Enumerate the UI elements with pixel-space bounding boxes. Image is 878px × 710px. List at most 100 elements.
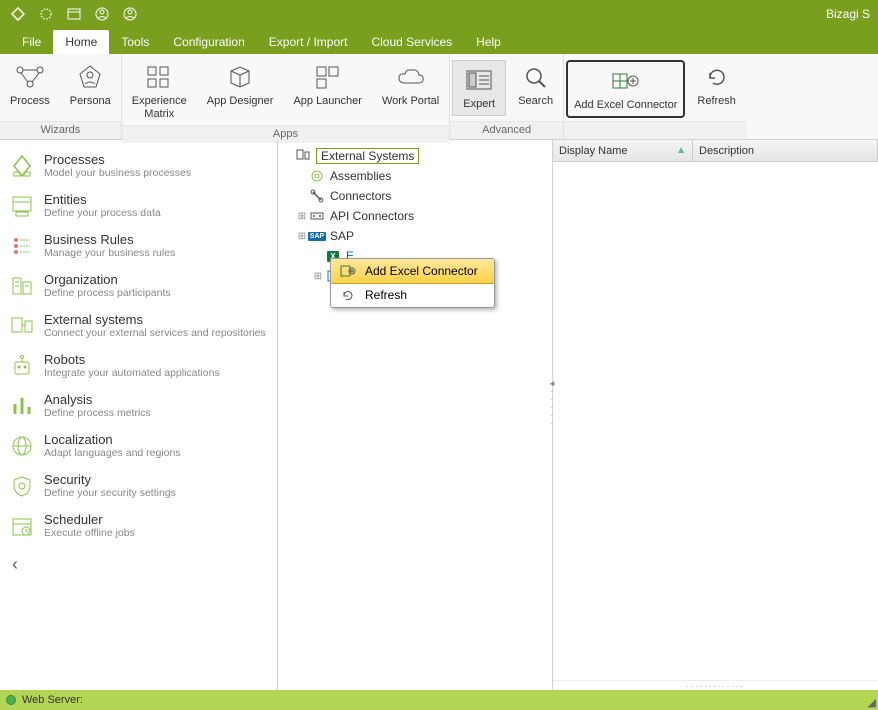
- ribbon-add-excel-label: Add Excel Connector: [574, 99, 677, 112]
- tree-connectors-label: Connectors: [330, 189, 391, 203]
- nav-external-desc: Connect your external services and repos…: [44, 327, 266, 339]
- persona-icon: [74, 62, 106, 92]
- back-chevron[interactable]: ‹: [4, 546, 273, 583]
- entities-icon: [8, 192, 36, 220]
- excel-connector-icon: [610, 66, 642, 96]
- tab-cloud[interactable]: Cloud Services: [359, 30, 464, 54]
- nav-analysis[interactable]: AnalysisDefine process metrics: [4, 386, 273, 426]
- ribbon-designer[interactable]: App Designer: [197, 58, 284, 112]
- ribbon-group-apps: Experience Matrix App Designer App Launc…: [122, 54, 450, 139]
- sap-icon: SAP: [308, 228, 326, 244]
- app-logo-icon: [9, 5, 27, 23]
- tree-api-connectors-label: API Connectors: [330, 209, 414, 223]
- ribbon-portal-label: Work Portal: [382, 95, 439, 108]
- expander-plus-icon[interactable]: ⊞: [296, 231, 308, 242]
- tab-tools[interactable]: Tools: [109, 30, 161, 54]
- ribbon-launcher[interactable]: App Launcher: [283, 58, 372, 112]
- nav-rules[interactable]: Business RulesManage your business rules: [4, 226, 273, 266]
- tree-sap-label: SAP: [330, 229, 354, 243]
- api-icon: [308, 208, 326, 224]
- nav-localization-desc: Adapt languages and regions: [44, 447, 181, 459]
- expander-plus-icon[interactable]: ⊞: [296, 211, 308, 222]
- ribbon-persona[interactable]: Persona: [60, 58, 121, 112]
- nav-scheduler-title: Scheduler: [44, 512, 135, 527]
- splitter-grip[interactable]: ◄·····: [548, 380, 556, 428]
- ribbon-add-excel[interactable]: Add Excel Connector: [566, 60, 685, 118]
- user1-icon[interactable]: [93, 5, 111, 23]
- processes-icon: [8, 152, 36, 180]
- nav-security-desc: Define your security settings: [44, 487, 176, 499]
- nav-processes[interactable]: ProcessesModel your business processes: [4, 146, 273, 186]
- ribbon-persona-label: Persona: [70, 95, 111, 108]
- nav-security-title: Security: [44, 472, 176, 487]
- ribbon-expert[interactable]: Expert: [452, 60, 506, 116]
- nav-scheduler[interactable]: SchedulerExecute offline jobs: [4, 506, 273, 546]
- analysis-icon: [8, 392, 36, 420]
- nav-robots[interactable]: RobotsIntegrate your automated applicati…: [4, 346, 273, 386]
- ctx-add-excel-label: Add Excel Connector: [365, 264, 478, 278]
- tree-api-connectors[interactable]: ⊞ API Connectors: [282, 206, 548, 226]
- nav-entities-desc: Define your process data: [44, 207, 161, 219]
- context-menu: Add Excel Connector Refresh: [330, 258, 495, 308]
- resize-grip-icon[interactable]: ◢: [868, 696, 876, 709]
- connectors-icon: [308, 188, 326, 204]
- nav-processes-desc: Model your business processes: [44, 167, 191, 179]
- ribbon-expert-label: Expert: [463, 98, 495, 111]
- ribbon-experience[interactable]: Experience Matrix: [122, 58, 197, 125]
- settings-icon[interactable]: [37, 5, 55, 23]
- nav-entities[interactable]: EntitiesDefine your process data: [4, 186, 273, 226]
- tab-help[interactable]: Help: [464, 30, 513, 54]
- grid-col-description[interactable]: Description: [693, 140, 878, 161]
- nav-external[interactable]: External systemsConnect your external se…: [4, 306, 273, 346]
- tree-sap[interactable]: ⊞ SAP SAP: [282, 226, 548, 246]
- cloud-icon: [395, 62, 427, 92]
- ctx-refresh[interactable]: Refresh: [331, 283, 494, 307]
- right-pane: ◄····· Display Name ▲ Description ∙∙∙∙∙∙…: [553, 140, 878, 690]
- tab-configuration[interactable]: Configuration: [161, 30, 256, 54]
- nav-rules-title: Business Rules: [44, 232, 175, 247]
- bottom-grip[interactable]: ∙∙∙∙∙∙∙∙∙∙∙∙∙: [553, 680, 878, 690]
- nav-analysis-desc: Define process metrics: [44, 407, 151, 419]
- assemblies-icon: [308, 168, 326, 184]
- tab-home[interactable]: Home: [53, 30, 109, 54]
- tree-external-systems[interactable]: External Systems: [282, 146, 548, 166]
- nav-robots-desc: Integrate your automated applications: [44, 367, 220, 379]
- window-icon[interactable]: [65, 5, 83, 23]
- tree-external-systems-label: External Systems: [316, 148, 419, 164]
- matrix-icon: [143, 62, 175, 92]
- ribbon-process[interactable]: Process: [0, 58, 60, 112]
- expander-plus-icon[interactable]: ⊞: [312, 271, 324, 282]
- ribbon-designer-label: App Designer: [207, 95, 274, 108]
- tree-assemblies[interactable]: Assemblies: [282, 166, 548, 186]
- nav-organization-desc: Define process participants: [44, 287, 171, 299]
- nav-processes-title: Processes: [44, 152, 191, 167]
- ribbon-refresh[interactable]: Refresh: [687, 58, 746, 112]
- nav-security[interactable]: SecurityDefine your security settings: [4, 466, 273, 506]
- nav-localization[interactable]: LocalizationAdapt languages and regions: [4, 426, 273, 466]
- titlebar: Bizagi S: [0, 0, 878, 28]
- ribbon-process-label: Process: [10, 95, 50, 108]
- external-icon: [8, 312, 36, 340]
- tab-file[interactable]: File: [10, 30, 53, 54]
- tab-export[interactable]: Export / Import: [257, 30, 360, 54]
- expert-icon: [463, 65, 495, 95]
- process-icon: [14, 62, 46, 92]
- tree-connectors[interactable]: Connectors: [282, 186, 548, 206]
- ribbon-search[interactable]: Search: [508, 58, 563, 112]
- grid-col-display-name[interactable]: Display Name ▲: [553, 140, 693, 161]
- nav-localization-title: Localization: [44, 432, 181, 447]
- launcher-icon: [312, 62, 344, 92]
- user2-icon[interactable]: [121, 5, 139, 23]
- ribbon-group-tools-label: [564, 121, 746, 139]
- nav-external-title: External systems: [44, 312, 266, 327]
- ribbon-portal[interactable]: Work Portal: [372, 58, 449, 112]
- systems-icon: [294, 148, 312, 164]
- refresh-icon: [701, 62, 733, 92]
- ribbon-launcher-label: App Launcher: [293, 95, 362, 108]
- nav-robots-title: Robots: [44, 352, 220, 367]
- nav-organization[interactable]: OrganizationDefine process participants: [4, 266, 273, 306]
- grid-header: Display Name ▲ Description: [553, 140, 878, 162]
- nav-analysis-title: Analysis: [44, 392, 151, 407]
- ctx-add-excel[interactable]: Add Excel Connector: [330, 258, 495, 284]
- robots-icon: [8, 352, 36, 380]
